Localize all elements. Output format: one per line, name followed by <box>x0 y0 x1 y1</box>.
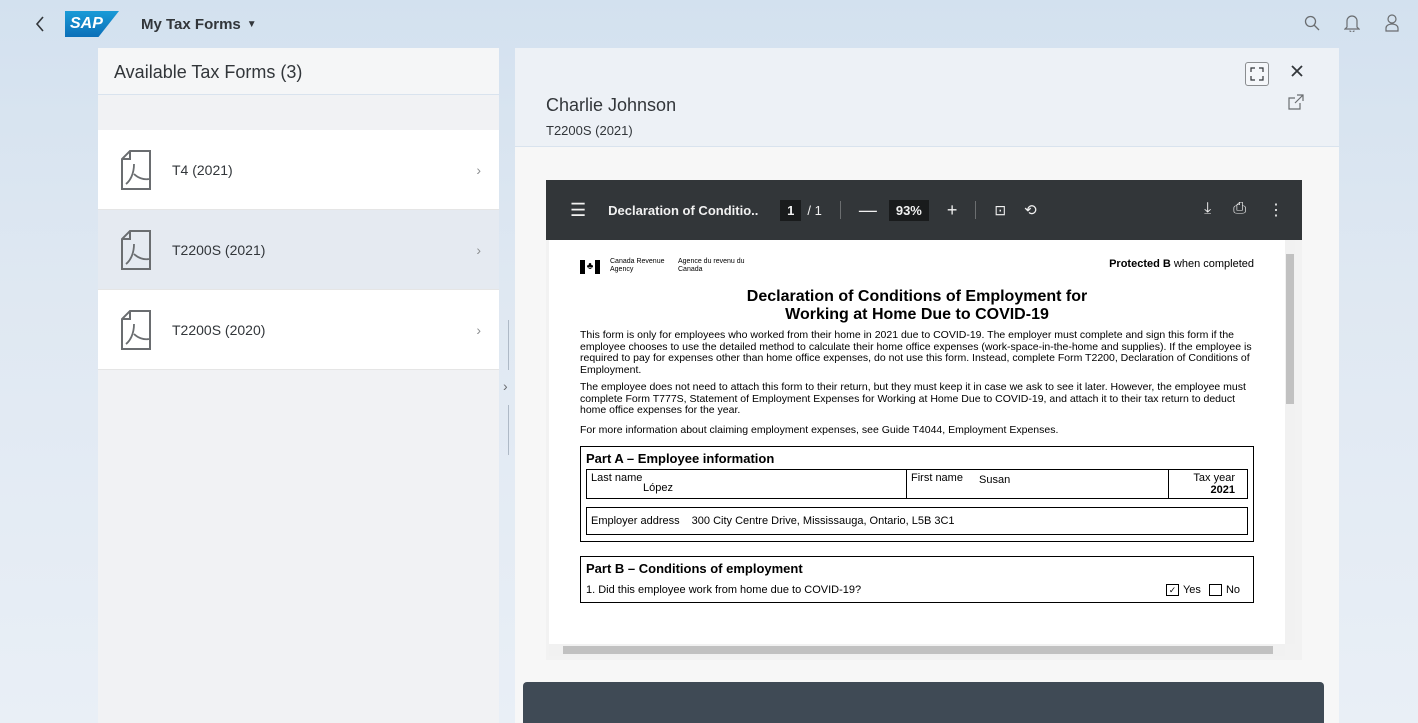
list-item-label: T4 (2021) <box>172 161 233 178</box>
canada-flag-icon: ♣ <box>580 260 600 274</box>
part-b-heading: Part B – Conditions of employment <box>586 561 803 576</box>
tax-forms-list: T4 (2021) › T2200S (2021) › T2200S (2020… <box>98 130 499 370</box>
notifications-button[interactable] <box>1342 12 1362 34</box>
chevron-right-icon: › <box>476 161 481 178</box>
zoom-out-icon[interactable]: — <box>859 200 877 221</box>
sap-logo: SAP <box>65 11 119 37</box>
employer-address-field[interactable]: Employer address 300 City Centre Drive, … <box>586 507 1248 535</box>
chevron-right-icon: › <box>476 321 481 338</box>
page-total: / 1 <box>807 202 822 218</box>
form-title-line1: Declaration of Conditions of Employment … <box>746 288 1088 305</box>
no-label: No <box>1225 584 1240 596</box>
external-link-icon <box>1288 94 1304 110</box>
more-options-icon[interactable]: ⋮ <box>1268 200 1284 220</box>
chevron-right-icon: › <box>476 241 481 258</box>
pdf-toolbar: ☰ Declaration of Conditio... 1 / 1 — 93%… <box>546 180 1302 240</box>
pdf-document-icon <box>121 149 151 190</box>
close-icon <box>1291 65 1303 77</box>
tax-forms-master-panel: Available Tax Forms (3) T4 (2021) › T220… <box>98 48 499 723</box>
form-title-line2: Working at Home Due to COVID-19 <box>785 306 1049 323</box>
form-title: Declaration of Conditions of Employment … <box>580 288 1254 324</box>
first-name-value: Susan <box>979 474 1011 486</box>
menu-icon[interactable]: ☰ <box>570 200 586 221</box>
user-profile-button[interactable] <box>1382 12 1402 34</box>
question-1-text: 1. Did this employee work from home due … <box>586 584 862 596</box>
zoom-level-input[interactable]: 93% <box>888 199 929 221</box>
pdf-page: ♣ Canada Revenue Agency Agence du revenu… <box>549 240 1285 644</box>
splitter-line <box>508 405 509 455</box>
tax-year-label: Tax year <box>1193 472 1235 484</box>
pdf-page-area[interactable]: ♣ Canada Revenue Agency Agence du revenu… <box>546 240 1302 660</box>
zoom-in-icon[interactable]: + <box>947 200 958 221</box>
agency-name-en: Canada Revenue Agency <box>610 258 665 273</box>
list-item[interactable]: T2200S (2021) › <box>98 210 499 290</box>
intro-paragraph: This form is only for employees who work… <box>580 329 1252 376</box>
part-b-section: Part B – Conditions of employment 1. Did… <box>580 556 1254 603</box>
employer-address-label: Employer address <box>591 515 680 527</box>
form-subtitle: T2200S (2021) <box>546 123 633 138</box>
page-number-input[interactable]: 1 <box>780 199 802 221</box>
tax-year-value: 2021 <box>1210 484 1235 496</box>
protected-notice: Protected B when completed <box>1109 258 1254 270</box>
agency-name-fr: Agence du revenu du Canada <box>678 258 745 273</box>
protected-suffix: when completed <box>1170 258 1254 270</box>
employee-name-row: Last name López First name Susan Tax yea… <box>586 469 1248 499</box>
print-icon[interactable]: ⎙ <box>1233 200 1246 220</box>
download-icon[interactable]: ⤓ <box>1204 200 1211 220</box>
chevron-left-icon <box>35 16 44 32</box>
yes-checkbox[interactable]: ✓ <box>1165 584 1179 596</box>
footer-toolbar <box>523 682 1324 723</box>
list-item-label: T2200S (2021) <box>172 241 266 258</box>
back-button[interactable] <box>27 11 53 37</box>
horizontal-scroll-thumb[interactable] <box>563 646 1273 654</box>
fullscreen-button[interactable] <box>1245 62 1269 86</box>
list-item[interactable]: T2200S (2020) › <box>98 290 499 370</box>
caret-down-icon: ▼ <box>246 18 257 30</box>
app-title-menu[interactable]: My Tax Forms ▼ <box>141 16 257 33</box>
employer-address-value: 300 City Centre Drive, Mississauga, Onta… <box>691 515 955 527</box>
bell-icon <box>1344 15 1360 32</box>
more-info-paragraph: For more information about claiming empl… <box>580 423 1059 436</box>
no-checkbox[interactable] <box>1208 584 1222 596</box>
rotate-icon[interactable]: ⟲ <box>1024 201 1037 219</box>
pdf-document-icon <box>121 229 151 270</box>
protected-label: Protected B <box>1109 258 1171 270</box>
vertical-scroll-thumb[interactable] <box>1286 254 1294 404</box>
last-name-label: Last name <box>591 472 643 484</box>
close-button[interactable] <box>1291 64 1303 82</box>
person-icon <box>1385 14 1399 32</box>
list-item[interactable]: T4 (2021) › <box>98 130 499 210</box>
detail-header: Charlie Johnson T2200S (2021) <box>515 48 1339 147</box>
splitter-line <box>508 320 509 370</box>
toolbar-divider <box>839 201 841 219</box>
shell-bar: SAP My Tax Forms ▼ <box>0 0 1418 48</box>
question-1-row: 1. Did this employee work from home due … <box>586 584 1248 596</box>
app-title-text: My Tax Forms <box>141 15 241 33</box>
pdf-viewer: ☰ Declaration of Conditio... 1 / 1 — 93%… <box>546 180 1302 660</box>
collapse-panel-chevron-icon[interactable]: › <box>503 378 513 398</box>
attach-paragraph: The employee does not need to attach thi… <box>580 381 1246 416</box>
tax-form-detail-panel: Charlie Johnson T2200S (2021) ☰ Declarat… <box>515 48 1339 723</box>
part-a-heading: Part A – Employee information <box>586 451 775 466</box>
first-name-field[interactable]: First name Susan <box>907 470 1169 498</box>
tax-year-field[interactable]: Tax year 2021 <box>1169 470 1239 498</box>
search-icon <box>1304 15 1320 31</box>
list-item-label: T2200S (2020) <box>172 321 266 338</box>
part-a-section: Part A – Employee information Last name … <box>580 446 1254 542</box>
fullscreen-icon <box>1250 67 1264 81</box>
first-name-label: First name <box>911 472 963 484</box>
fit-page-icon[interactable]: ⊡ <box>994 202 1006 219</box>
search-button[interactable] <box>1302 12 1322 34</box>
toolbar-divider <box>975 201 977 219</box>
master-panel-title: Available Tax Forms (3) <box>98 48 499 95</box>
pdf-document-title: Declaration of Conditio... <box>608 202 759 218</box>
yes-label: Yes <box>1182 584 1201 596</box>
pdf-document-icon <box>121 309 151 350</box>
employee-name: Charlie Johnson <box>546 95 677 115</box>
last-name-value: López <box>643 482 673 494</box>
open-external-button[interactable] <box>1288 94 1306 112</box>
last-name-field[interactable]: Last name López <box>587 470 907 498</box>
